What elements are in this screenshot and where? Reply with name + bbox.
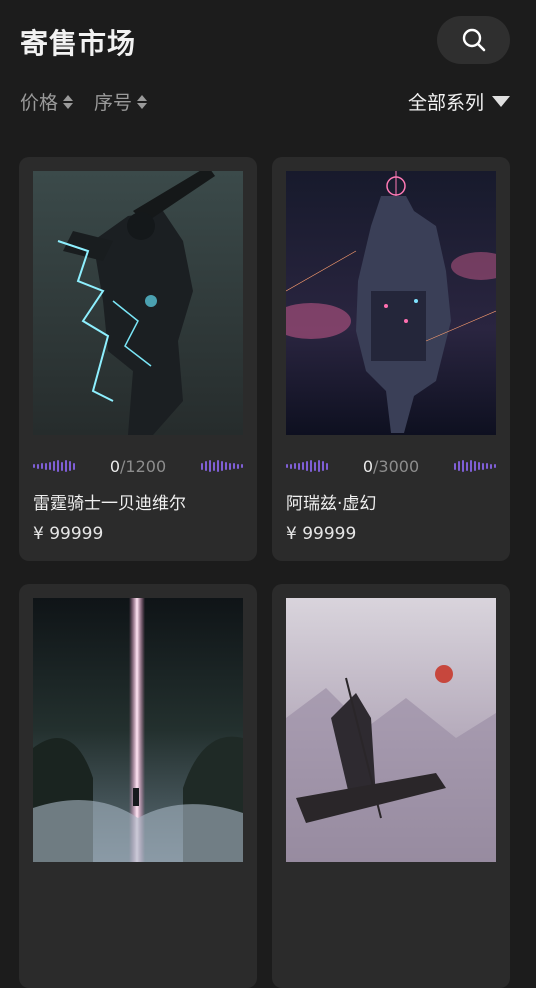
sort-by-serial[interactable]: 序号 [94, 88, 148, 115]
filter-bar: 价格 序号 全部系列 [0, 84, 536, 120]
search-button[interactable] [437, 16, 510, 64]
product-image [33, 171, 243, 435]
caret-down-icon [492, 96, 510, 107]
product-image [33, 598, 243, 862]
edition-count: 0/3000 [362, 456, 420, 476]
wave-right-icon [200, 459, 243, 473]
wave-left-icon [33, 459, 75, 473]
wave-right-icon [453, 459, 496, 473]
sort-by-price[interactable]: 价格 [20, 88, 74, 115]
header: 寄售市场 [0, 0, 536, 84]
wave-left-icon [286, 459, 328, 473]
product-name: 阿瑞兹·虚幻 [286, 494, 377, 514]
sort-arrows-icon [137, 94, 148, 109]
product-card[interactable] [272, 584, 510, 988]
product-image [286, 171, 496, 435]
series-label: 全部系列 [407, 92, 484, 114]
product-card[interactable]: 0/1200 雷霆骑士一贝迪维尔 ¥ 99999 [19, 157, 257, 561]
edition-counter: 0/3000 [286, 455, 496, 477]
sort-serial-label: 序号 [94, 92, 133, 114]
product-card[interactable]: 0/3000 阿瑞兹·虚幻 ¥ 99999 [272, 157, 510, 561]
sort-price-label: 价格 [20, 92, 59, 114]
product-name: 雷霆骑士一贝迪维尔 [33, 494, 186, 514]
product-price: ¥ 99999 [286, 524, 357, 544]
search-icon [462, 28, 485, 52]
product-card[interactable] [19, 584, 257, 988]
edition-counter: 0/1200 [33, 455, 243, 477]
product-image [286, 598, 496, 862]
product-price: ¥ 99999 [33, 524, 104, 544]
sort-arrows-icon [63, 94, 74, 109]
series-dropdown[interactable]: 全部系列 [408, 88, 510, 115]
page-title: 寄售市场 [20, 27, 137, 60]
edition-count: 0/1200 [109, 456, 167, 476]
